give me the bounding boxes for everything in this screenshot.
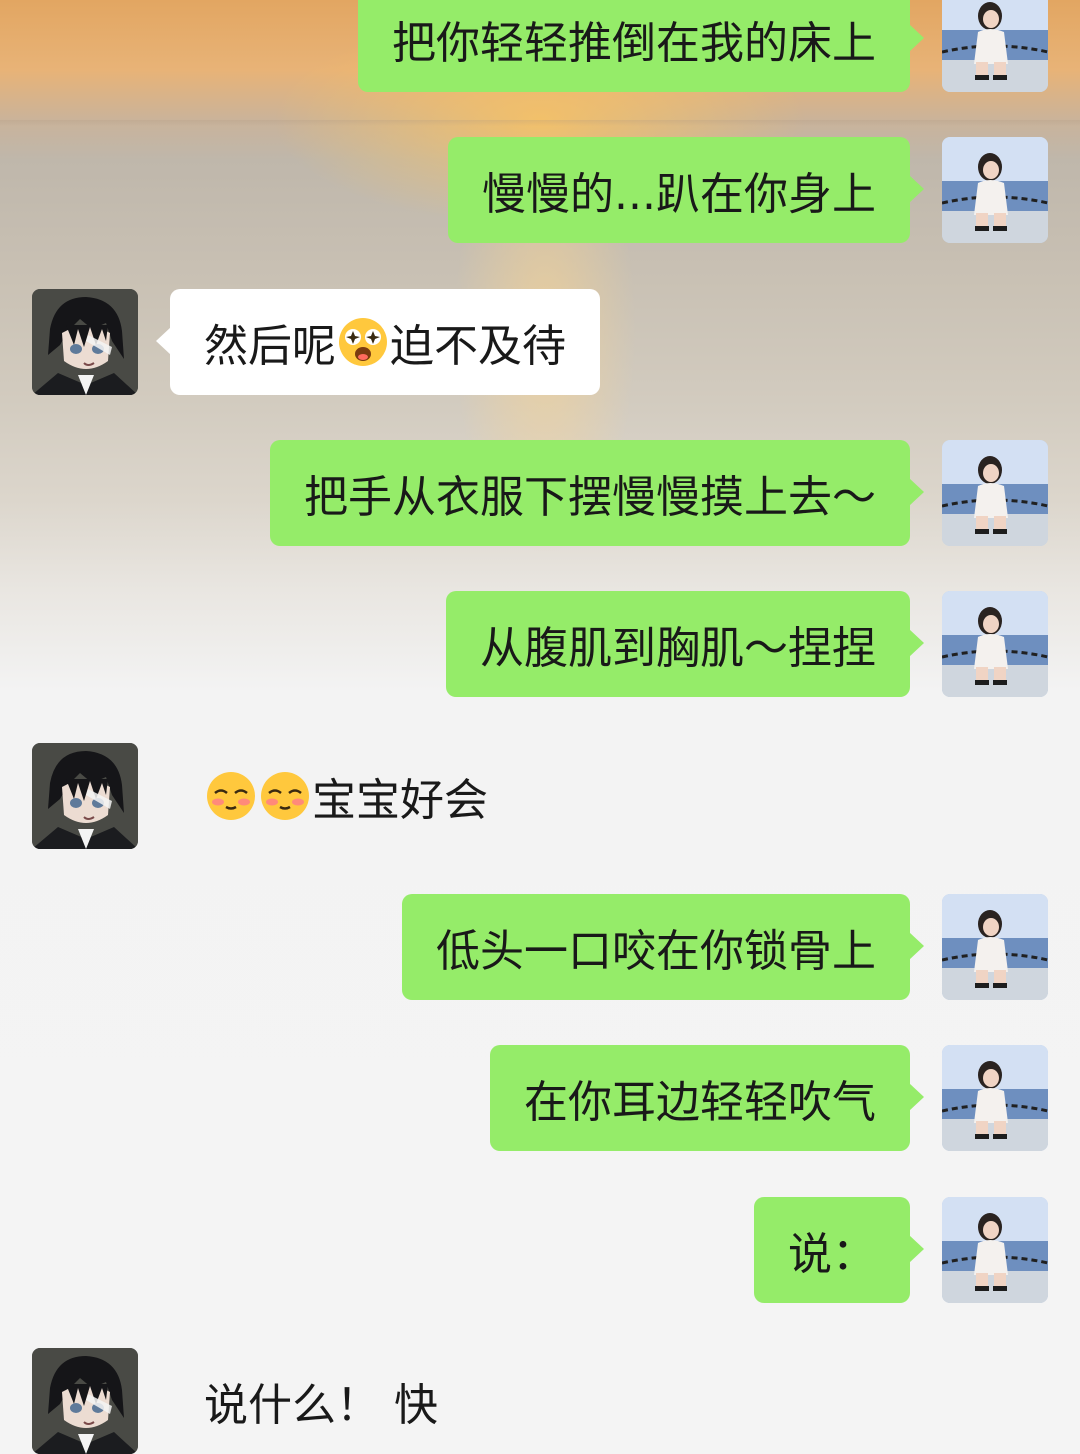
shy-blush-emoji-icon [260, 771, 310, 821]
their-message-bubble[interactable]: 宝宝好会 [170, 743, 522, 849]
avatar-image [32, 743, 138, 849]
message-text: 从腹肌到胸肌～捏捏 [480, 623, 876, 674]
message-text: 宝宝好会 [312, 775, 488, 826]
anime-boy-avatar[interactable] [32, 289, 138, 395]
starry-eyed-emoji-icon [338, 317, 388, 367]
avatar-image [32, 289, 138, 395]
message-text: 然后呢 [204, 321, 336, 372]
anime-boy-avatar[interactable] [32, 743, 138, 849]
anime-boy-avatar[interactable] [32, 1348, 138, 1454]
message-text: 慢慢的...趴在你身上 [482, 169, 876, 220]
message-text: 说什么！ 快 [204, 1380, 438, 1431]
girl-photo-avatar[interactable] [942, 0, 1048, 92]
avatar-image [942, 440, 1048, 546]
message-text: 低头一口咬在你锁骨上 [436, 926, 876, 977]
girl-photo-avatar[interactable] [942, 137, 1048, 243]
girl-photo-avatar[interactable] [942, 894, 1048, 1000]
my-message-bubble[interactable]: 低头一口咬在你锁骨上 [402, 894, 924, 1000]
avatar-image [32, 1348, 138, 1454]
girl-photo-avatar[interactable] [942, 1045, 1048, 1151]
avatar-image [942, 894, 1048, 1000]
avatar-image [942, 0, 1048, 92]
avatar-image [942, 137, 1048, 243]
girl-photo-avatar[interactable] [942, 591, 1048, 697]
avatar-image [942, 1197, 1048, 1303]
message-text: 把手从衣服下摆慢慢摸上去～ [304, 472, 876, 523]
my-message-bubble[interactable]: 把手从衣服下摆慢慢摸上去～ [270, 440, 924, 546]
avatar-image [942, 1045, 1048, 1151]
girl-photo-avatar[interactable] [942, 1197, 1048, 1303]
their-message-bubble[interactable]: 然后呢 迫不及待 [156, 289, 600, 395]
my-message-bubble[interactable]: 从腹肌到胸肌～捏捏 [446, 591, 924, 697]
sea-horizon [0, 120, 1080, 126]
my-message-bubble[interactable]: 慢慢的...趴在你身上 [448, 137, 924, 243]
message-text: 在你耳边轻轻吹气 [524, 1077, 876, 1128]
girl-photo-avatar[interactable] [942, 440, 1048, 546]
avatar-image [942, 591, 1048, 697]
my-message-bubble[interactable]: 把你轻轻推倒在我的床上 [358, 0, 924, 92]
my-message-bubble[interactable]: 说： [754, 1197, 924, 1303]
their-message-bubble[interactable]: 说什么！ 快 [170, 1348, 472, 1454]
message-text: 说： [788, 1229, 876, 1280]
shy-blush-emoji-icon [206, 771, 256, 821]
my-message-bubble[interactable]: 在你耳边轻轻吹气 [490, 1045, 924, 1151]
message-text: 把你轻轻推倒在我的床上 [392, 18, 876, 69]
message-text: 迫不及待 [390, 321, 566, 372]
